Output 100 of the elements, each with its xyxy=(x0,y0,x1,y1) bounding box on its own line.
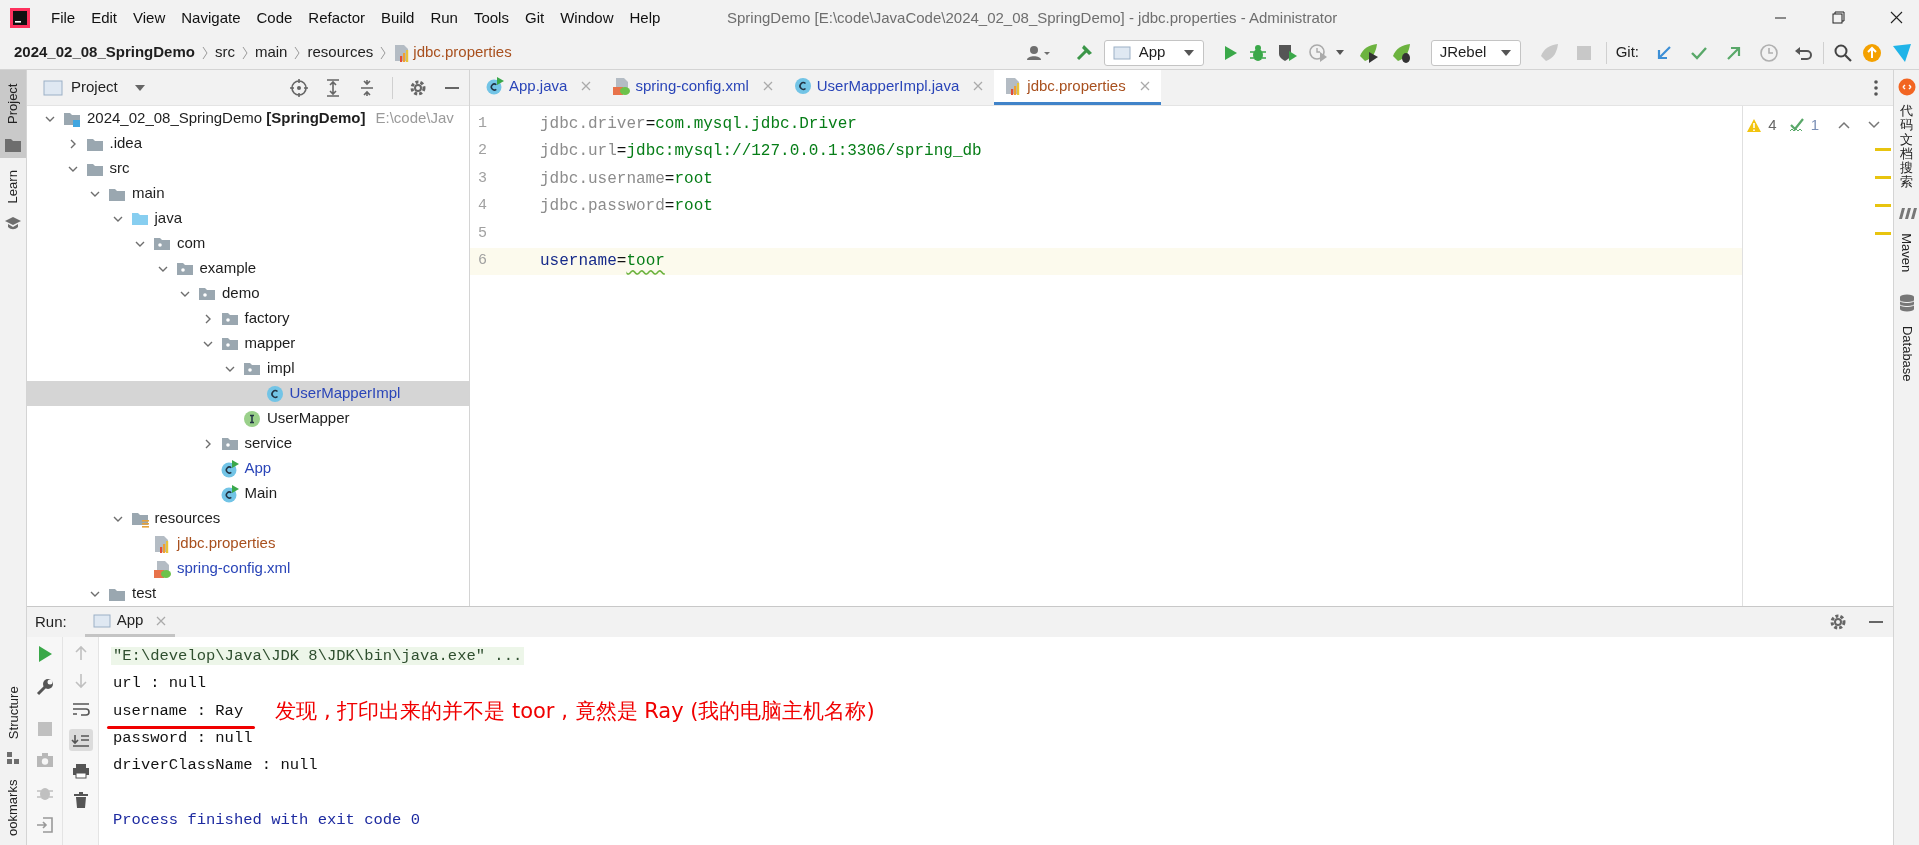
more-icon[interactable] xyxy=(1873,78,1879,97)
console-line: url : null xyxy=(112,674,207,693)
property-value: com.mysql.jdbc.Driver xyxy=(655,113,857,135)
tree-item[interactable]: test xyxy=(27,581,469,606)
menu-item[interactable]: Run xyxy=(423,6,465,30)
tool-window-tab[interactable]: Learn xyxy=(0,158,26,236)
bug-icon[interactable] xyxy=(1247,42,1268,63)
tree-item[interactable]: java xyxy=(27,206,469,231)
caret-icon xyxy=(1182,48,1195,57)
typo-count[interactable]: 1 xyxy=(1810,113,1819,137)
search-icon[interactable] xyxy=(1833,42,1853,63)
class-icon xyxy=(793,77,812,95)
equals-sign: = xyxy=(664,168,675,190)
menu-item[interactable]: Window xyxy=(553,6,621,30)
properties-file-icon xyxy=(153,534,171,553)
breadcrumb-item[interactable]: main xyxy=(254,41,288,64)
tool-window-tab[interactable]: ookmarks xyxy=(0,771,27,845)
path-label: E:\code\Jav xyxy=(375,108,454,129)
tree-item[interactable]: src xyxy=(27,156,469,181)
property-key: jdbc.driver xyxy=(540,111,646,136)
hammer-icon[interactable] xyxy=(1074,42,1095,63)
window-title: SpringDemo [E:\code\JavaCode\2024_02_08_SpringDemo] - jdbc.properties - Administrator xyxy=(727,7,1338,28)
tree-item[interactable]: 2024_02_08_SpringDemo [SpringDemo] E:\code\Jav xyxy=(27,106,469,131)
expand-all-icon[interactable] xyxy=(324,78,342,97)
menu-item[interactable]: Code xyxy=(249,6,300,30)
equals-sign: = xyxy=(664,196,675,218)
panel-title[interactable]: Project xyxy=(71,76,118,99)
class-run-icon xyxy=(220,459,239,478)
annotation-text: 发现 , 打印出来的并不是 toor , 竟然是 Ray (我的电脑主机名称) xyxy=(275,697,875,725)
tree-item[interactable]: UserMapperImpl xyxy=(27,381,469,406)
menu-item[interactable]: Build xyxy=(374,6,422,30)
property-value: toor xyxy=(626,251,665,273)
tree-item[interactable]: service xyxy=(27,431,469,456)
line-number: 5 xyxy=(478,223,487,244)
config-dropdown[interactable]: App xyxy=(1103,39,1204,66)
tool-window-tab[interactable]: Project xyxy=(0,70,26,158)
soft-wrap-icon[interactable] xyxy=(71,701,90,717)
typo-check-icon[interactable] xyxy=(1788,117,1805,133)
menu-item[interactable]: Refactor xyxy=(301,6,373,30)
tree-item[interactable]: demo xyxy=(27,281,469,306)
tree-item[interactable]: factory xyxy=(27,306,469,331)
user-caret-icon[interactable] xyxy=(1025,43,1052,62)
editor-tab[interactable]: spring-config.xml xyxy=(602,70,784,105)
run-tab[interactable]: App xyxy=(84,607,176,637)
tree-item[interactable]: com xyxy=(27,231,469,256)
breadcrumb-item[interactable]: jdbc.properties xyxy=(393,41,512,64)
run-icon[interactable] xyxy=(36,645,53,663)
tree-item[interactable]: App xyxy=(27,456,469,481)
window-icon xyxy=(92,612,111,629)
settings-icon[interactable] xyxy=(409,78,427,97)
trash-icon[interactable] xyxy=(72,791,89,809)
property-key: jdbc.url xyxy=(540,139,617,164)
crosshair-icon[interactable] xyxy=(290,78,308,97)
settings-icon[interactable] xyxy=(1829,613,1847,631)
class-run-icon xyxy=(220,484,239,503)
menu-item[interactable]: Git xyxy=(517,6,552,30)
menu-item[interactable]: Tools xyxy=(466,6,516,30)
scroll-to-end-icon[interactable] xyxy=(68,729,93,751)
property-key: jdbc.password xyxy=(540,194,665,219)
editor-tab[interactable]: UserMapperImpl.java xyxy=(783,70,995,105)
exit-icon[interactable] xyxy=(35,816,54,834)
shield-run-icon[interactable] xyxy=(1276,42,1299,63)
warning-count[interactable]: 4 xyxy=(1768,113,1777,137)
tree-item[interactable]: main xyxy=(27,181,469,206)
collapse-all-icon[interactable] xyxy=(358,78,376,97)
graduation-cap-icon xyxy=(5,216,21,230)
caret-icon[interactable] xyxy=(133,83,146,92)
tree-item[interactable]: UserMapper xyxy=(27,406,469,431)
tree-item[interactable]: impl xyxy=(27,356,469,381)
menu-item[interactable]: View xyxy=(126,6,173,30)
tree-item[interactable]: resources xyxy=(27,506,469,531)
editor-tab[interactable]: jdbc.properties xyxy=(994,70,1161,105)
tree-item[interactable]: jdbc.properties xyxy=(27,531,469,556)
editor-tab[interactable]: App.java xyxy=(476,70,603,105)
tool-window-tab[interactable]: 代码文档搜索 xyxy=(1900,104,1913,190)
tree-item[interactable]: mapper xyxy=(27,331,469,356)
line-number: 6 xyxy=(478,251,487,271)
menu-item[interactable]: Edit xyxy=(84,6,125,30)
class-icon xyxy=(265,384,284,403)
print-icon[interactable] xyxy=(71,763,90,779)
tree-item[interactable]: example xyxy=(27,256,469,281)
tree-item[interactable]: spring-config.xml xyxy=(27,556,469,581)
menu-item[interactable]: File xyxy=(44,6,83,30)
breadcrumb-item[interactable]: resources xyxy=(307,41,374,64)
tool-window-tab[interactable]: Maven xyxy=(1893,197,1919,278)
wrench-icon[interactable] xyxy=(35,678,54,696)
property-value: root xyxy=(674,168,713,190)
tree-item[interactable]: .idea xyxy=(27,131,469,156)
window-icon xyxy=(43,79,63,96)
config-dropdown[interactable]: JRebel xyxy=(1430,39,1521,66)
plugin-badge-icon[interactable] xyxy=(1897,78,1916,96)
breadcrumb-item[interactable]: src xyxy=(214,41,235,64)
tree-item[interactable]: Main xyxy=(27,481,469,506)
breadcrumb-item[interactable]: 2024_02_08_SpringDemo xyxy=(14,41,195,64)
menu-item[interactable]: Help xyxy=(622,6,668,30)
tool-window-tab[interactable]: Structure xyxy=(0,675,27,771)
equals-sign: = xyxy=(616,141,627,163)
class-run-icon xyxy=(486,77,504,95)
menu-item[interactable]: Navigate xyxy=(174,6,248,30)
tool-window-tab[interactable]: Database xyxy=(1893,285,1919,388)
